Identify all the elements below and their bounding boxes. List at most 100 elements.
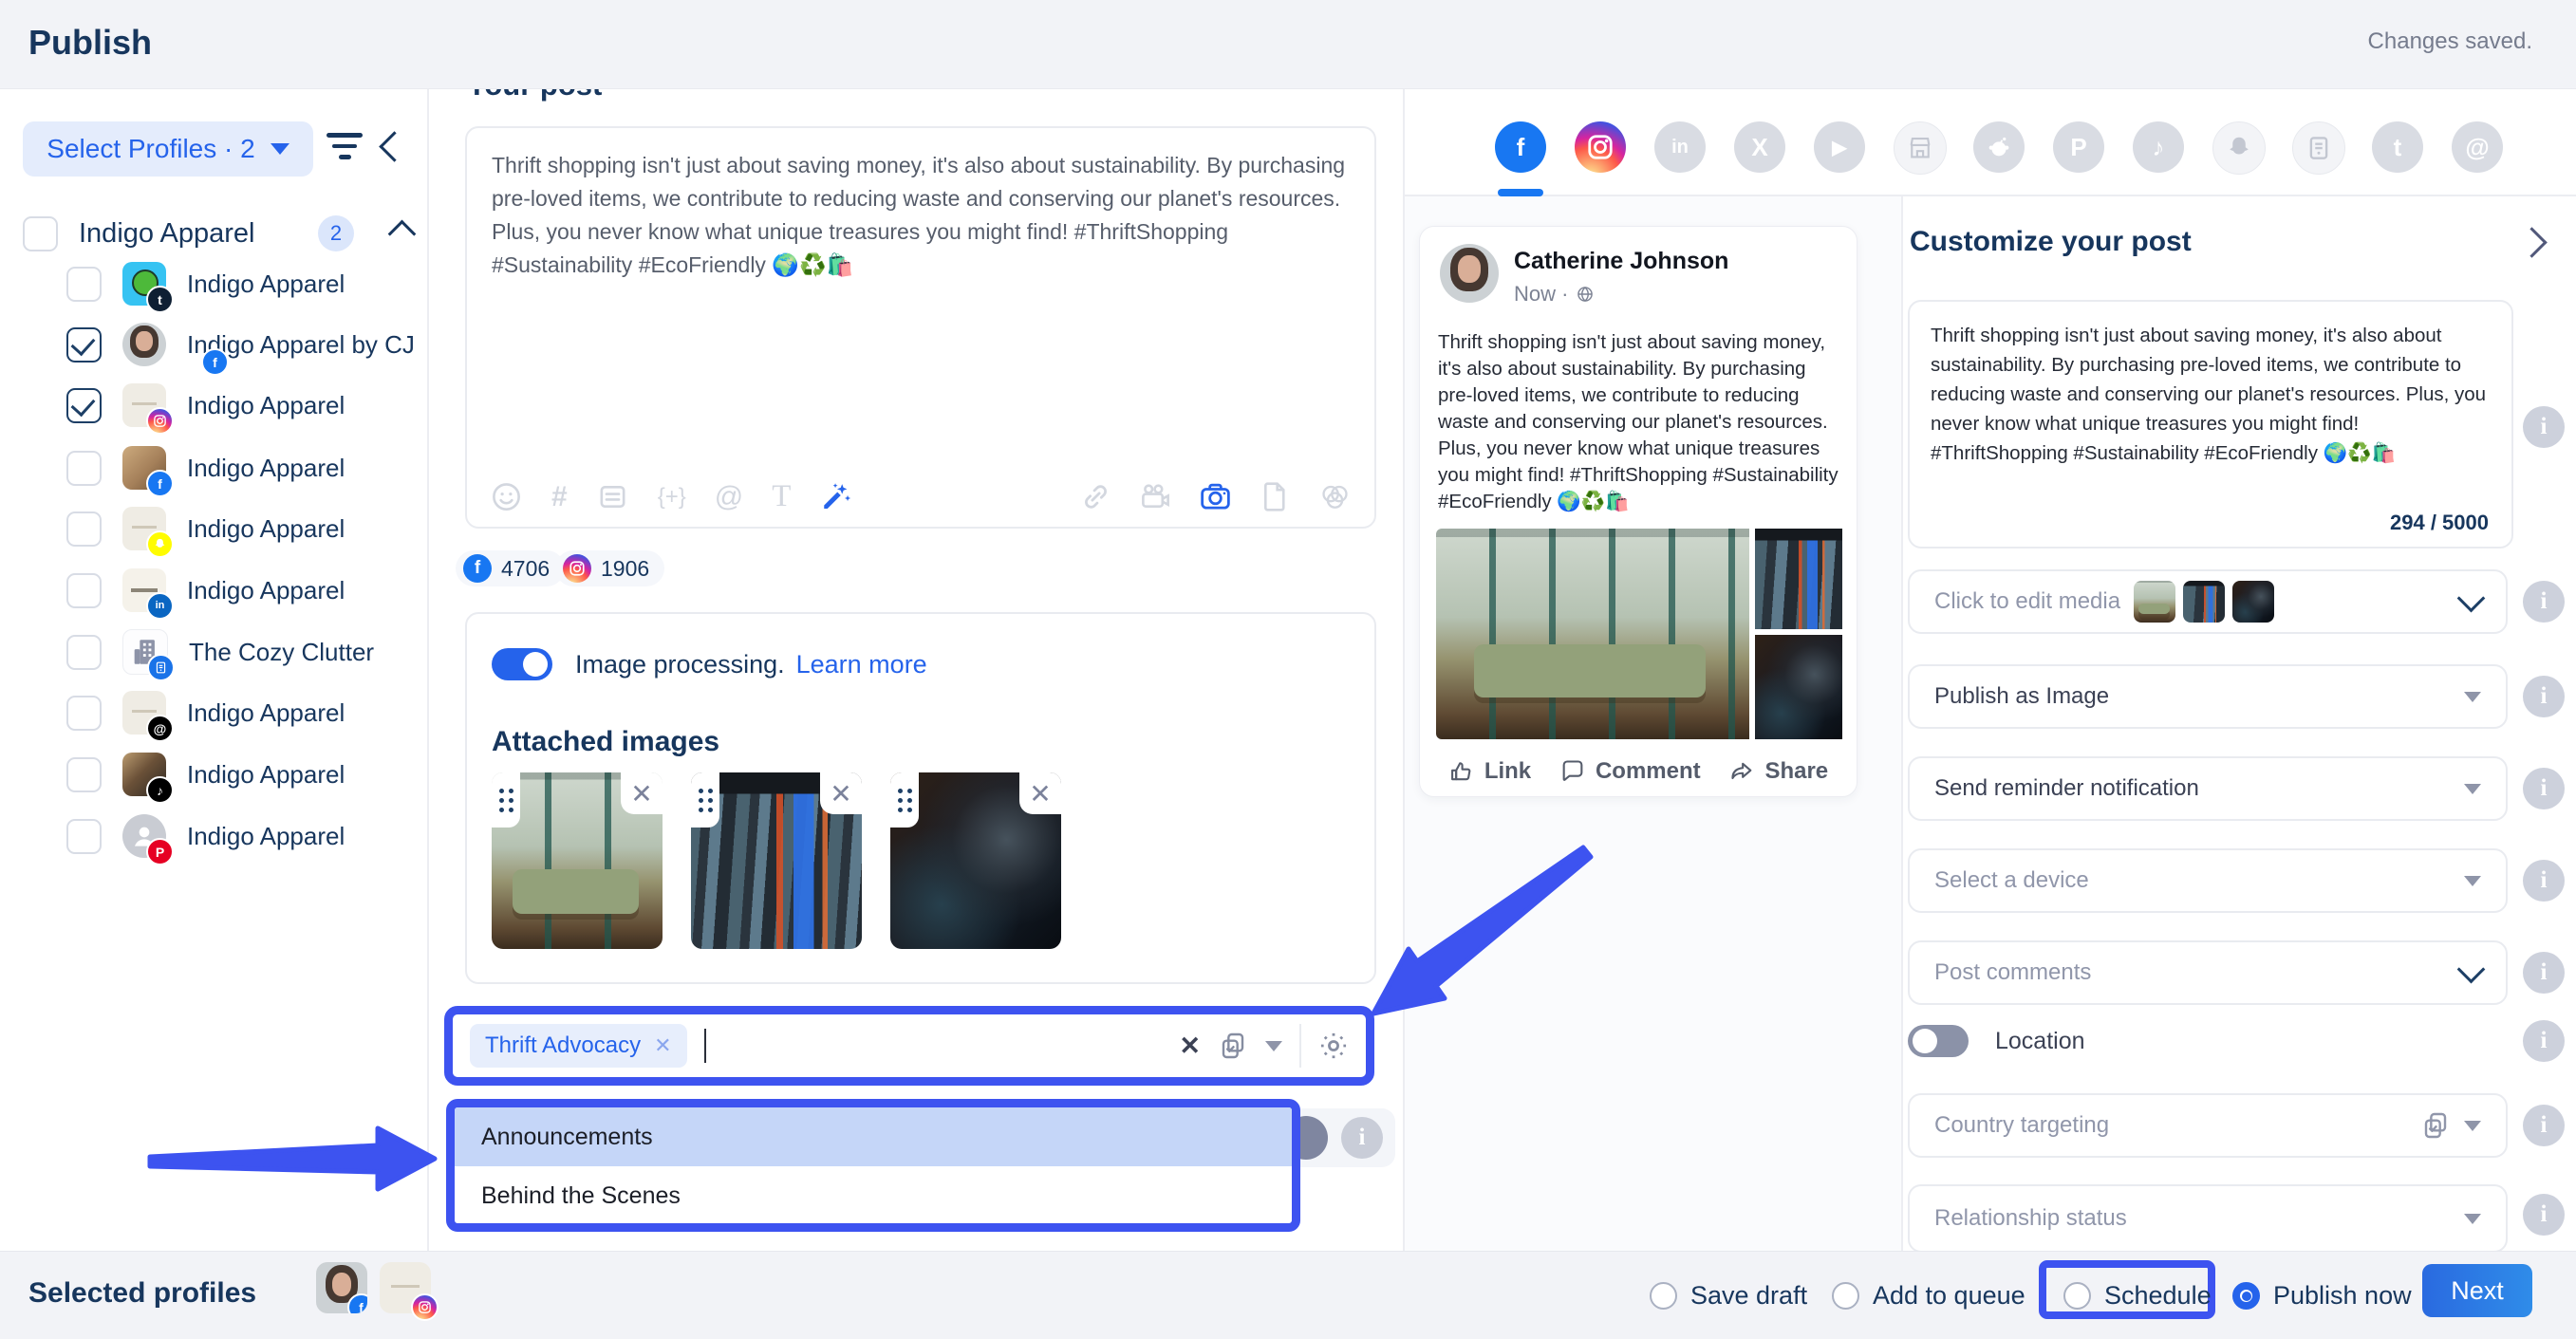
info-icon[interactable]: i [2523,406,2565,448]
info-icon[interactable]: i [2523,1105,2565,1146]
radio-icon[interactable] [1650,1282,1677,1310]
field-select-device[interactable]: Select a device [1908,848,2508,913]
field-reminder-notification[interactable]: Send reminder notification [1908,756,2508,821]
next-button[interactable]: Next [2422,1264,2532,1317]
tab-pinterest[interactable]: P [2053,121,2104,173]
option-schedule[interactable]: Schedule [2063,1281,2212,1311]
group-checkbox[interactable] [23,216,58,251]
gear-icon[interactable] [1318,1031,1349,1061]
field-edit-media[interactable]: Click to edit media [1908,569,2508,634]
chevron-down-icon[interactable] [1265,1041,1282,1051]
attached-image-jeans[interactable]: ✕ [691,772,862,949]
like-button[interactable]: Link [1448,758,1531,785]
share-button[interactable]: Share [1728,758,1828,785]
profile-row[interactable]: @ Indigo Apparel [66,682,427,743]
profile-checkbox[interactable] [66,635,102,670]
location-toggle[interactable] [1908,1025,1969,1057]
info-icon[interactable]: i [2523,952,2565,994]
mention-icon[interactable]: @ [715,480,743,513]
attached-image-dark-scene[interactable]: ✕ [890,772,1061,949]
tab-facebook[interactable]: f [1495,121,1546,173]
clear-icon[interactable]: ✕ [1179,1032,1201,1061]
camera-icon[interactable] [1199,480,1232,513]
info-icon[interactable]: i [1341,1117,1383,1159]
profile-checkbox[interactable] [66,267,102,302]
info-icon[interactable]: i [2523,581,2565,623]
tab-reddit[interactable] [1973,121,2025,173]
profile-checkbox[interactable] [66,451,102,486]
attached-image-thrift-store[interactable]: ✕ [492,772,663,949]
video-icon[interactable] [1139,480,1172,513]
profile-checkbox[interactable] [66,696,102,731]
field-publish-as[interactable]: Publish as Image [1908,664,2508,729]
select-all-icon[interactable] [2420,1110,2451,1141]
radio-selected-icon[interactable] [2232,1282,2260,1310]
dropdown-option-behind-the-scenes[interactable]: Behind the Scenes [455,1166,1292,1225]
tab-tumblr[interactable]: t [2372,121,2423,173]
customize-text-card[interactable]: Thrift shopping isn't just about saving … [1908,300,2513,549]
radio-icon[interactable] [1832,1282,1859,1310]
comment-button[interactable]: Comment [1559,758,1701,785]
tab-youtube[interactable]: ▶ [1814,121,1865,173]
media-library-icon[interactable] [1318,480,1352,513]
info-icon[interactable]: i [2523,860,2565,902]
drag-handle-icon[interactable] [492,772,520,828]
dropdown-option-announcements[interactable]: Announcements [455,1107,1292,1166]
info-icon[interactable]: i [2523,1194,2565,1236]
info-icon[interactable]: i [2523,1020,2565,1062]
remove-image-icon[interactable]: ✕ [820,772,862,814]
profile-row[interactable]: in Indigo Apparel [66,560,427,621]
profile-row[interactable]: f Indigo Apparel by CJ [66,314,427,375]
profile-checkbox[interactable] [66,819,102,854]
profile-row[interactable]: f Indigo Apparel [66,437,427,498]
select-all-tags-icon[interactable] [1218,1031,1248,1061]
drag-handle-icon[interactable] [691,772,719,828]
drag-handle-icon[interactable] [890,772,919,828]
collapse-sidebar-icon[interactable] [379,131,410,162]
text-format-icon[interactable]: T [772,480,791,513]
tab-x[interactable]: X [1734,121,1785,173]
remove-image-icon[interactable]: ✕ [1019,772,1061,814]
tab-tiktok[interactable]: ♪ [2133,121,2184,173]
profile-checkbox[interactable] [66,757,102,792]
learn-more-link[interactable]: Learn more [796,650,927,679]
media-thumb-thrift-store[interactable] [2134,581,2175,623]
field-country-targeting[interactable]: Country targeting [1908,1093,2508,1158]
tag-chip[interactable]: Thrift Advocacy ✕ [470,1024,687,1068]
selected-avatar-instagram[interactable] [380,1262,431,1313]
saved-captions-icon[interactable] [596,480,629,513]
profile-group-header[interactable]: Indigo Apparel 2 [23,214,412,252]
customize-post-text[interactable]: Thrift shopping isn't just about saving … [1931,321,2492,468]
tab-google-business[interactable] [1894,121,1947,175]
profile-checkbox[interactable] [66,388,102,423]
info-icon[interactable]: i [2523,676,2565,717]
field-relationship-status[interactable]: Relationship status [1908,1184,2508,1253]
profile-checkbox[interactable] [66,511,102,547]
tab-instagram[interactable] [1575,121,1626,173]
link-icon[interactable] [1079,480,1112,513]
tab-threads[interactable]: @ [2452,121,2503,173]
option-add-to-queue[interactable]: Add to queue [1832,1281,2025,1311]
profile-row[interactable]: Indigo Apparel [66,498,427,559]
profile-checkbox[interactable] [66,573,102,608]
profile-row[interactable]: The Cozy Clutter [66,622,427,682]
profile-row[interactable]: ♪ Indigo Apparel [66,744,427,805]
tab-google-business-profile[interactable] [2292,121,2345,175]
option-save-draft[interactable]: Save draft [1650,1281,1807,1311]
variables-icon[interactable]: {+} [658,480,686,513]
profile-row[interactable]: Indigo Apparel [66,375,427,436]
info-icon[interactable]: i [2523,768,2565,809]
tags-input-annotated[interactable]: Thrift Advocacy ✕ ✕ [444,1006,1374,1086]
field-post-comments[interactable]: Post comments [1908,940,2508,1005]
image-processing-toggle[interactable] [492,648,552,680]
media-thumb-jeans[interactable] [2183,581,2225,623]
remove-tag-icon[interactable]: ✕ [654,1033,671,1058]
select-profiles-button[interactable]: Select Profiles · 2 [23,121,313,177]
option-publish-now[interactable]: Publish now [2232,1281,2412,1311]
post-editor-text[interactable]: Thrift shopping isn't just about saving … [492,149,1353,282]
profile-row[interactable]: t Indigo Apparel [66,253,427,314]
profile-row[interactable]: P Indigo Apparel [66,806,427,866]
media-thumb-dark-scene[interactable] [2232,581,2274,623]
radio-icon[interactable] [2063,1282,2091,1310]
tab-linkedin[interactable]: in [1654,121,1706,173]
